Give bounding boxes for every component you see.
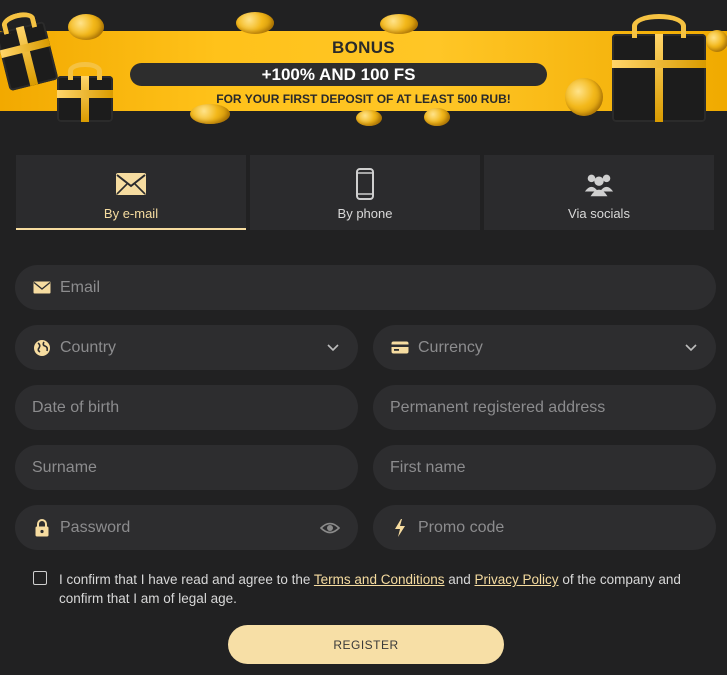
coin-decoration [380,14,418,34]
currency-placeholder: Currency [418,338,483,356]
address-input[interactable] [390,398,698,417]
privacy-policy-link[interactable]: Privacy Policy [475,572,559,587]
coin-decoration [236,12,274,34]
tab-via-socials[interactable]: Via socials [484,155,714,230]
country-placeholder: Country [60,338,117,356]
tab-label: By phone [337,206,393,221]
first-name-input[interactable] [390,458,698,477]
agreement-text-part: I confirm that I have read and agree to … [59,572,314,587]
coin-decoration [356,110,382,126]
first-name-field[interactable] [373,445,716,490]
currency-select[interactable]: Currency [373,325,716,370]
promo-code-input[interactable] [418,518,698,537]
phone-icon [349,168,381,200]
coin-decoration [190,104,230,124]
surname-input[interactable] [32,458,340,477]
terms-agreement: I confirm that I have read and agree to … [33,570,693,608]
password-input[interactable] [60,518,320,537]
chevron-down-icon [684,341,698,355]
date-of-birth-input[interactable] [32,398,340,417]
banner-subtitle: FOR YOUR FIRST DEPOSIT OF AT LEAST 500 R… [216,92,511,106]
country-select[interactable]: Country [15,325,358,370]
globe-icon [32,338,52,358]
tab-label: Via socials [568,206,630,221]
promo-code-field[interactable] [373,505,716,550]
chevron-down-icon [326,341,340,355]
envelope-icon [32,278,52,298]
date-of-birth-field[interactable] [15,385,358,430]
coin-decoration [424,108,450,126]
registration-method-tabs: By e-mail By phone Via socials [16,155,714,230]
email-input[interactable] [60,278,698,297]
eye-icon[interactable] [320,521,340,535]
tab-label: By e-mail [103,206,159,221]
bonus-banner: BONUS +100% AND 100 FS FOR YOUR FIRST DE… [0,0,727,135]
envelope-icon [115,168,147,200]
lightning-icon [390,518,410,538]
banner-title: BONUS [332,38,395,57]
email-field[interactable] [15,265,716,310]
surname-field[interactable] [15,445,358,490]
agreement-text: I confirm that I have read and agree to … [59,570,693,608]
people-icon [583,168,615,200]
agreement-text-part: and [444,572,475,587]
card-icon [390,338,410,358]
password-field[interactable] [15,505,358,550]
agree-checkbox[interactable] [33,571,47,585]
lock-icon [32,518,52,538]
register-button[interactable]: REGISTER [228,625,504,664]
address-field[interactable] [373,385,716,430]
terms-link[interactable]: Terms and Conditions [314,572,445,587]
tab-by-phone[interactable]: By phone [250,155,480,230]
banner-headline: +100% AND 100 FS [130,63,547,86]
tab-by-email[interactable]: By e-mail [16,155,246,230]
coin-decoration [68,14,104,40]
